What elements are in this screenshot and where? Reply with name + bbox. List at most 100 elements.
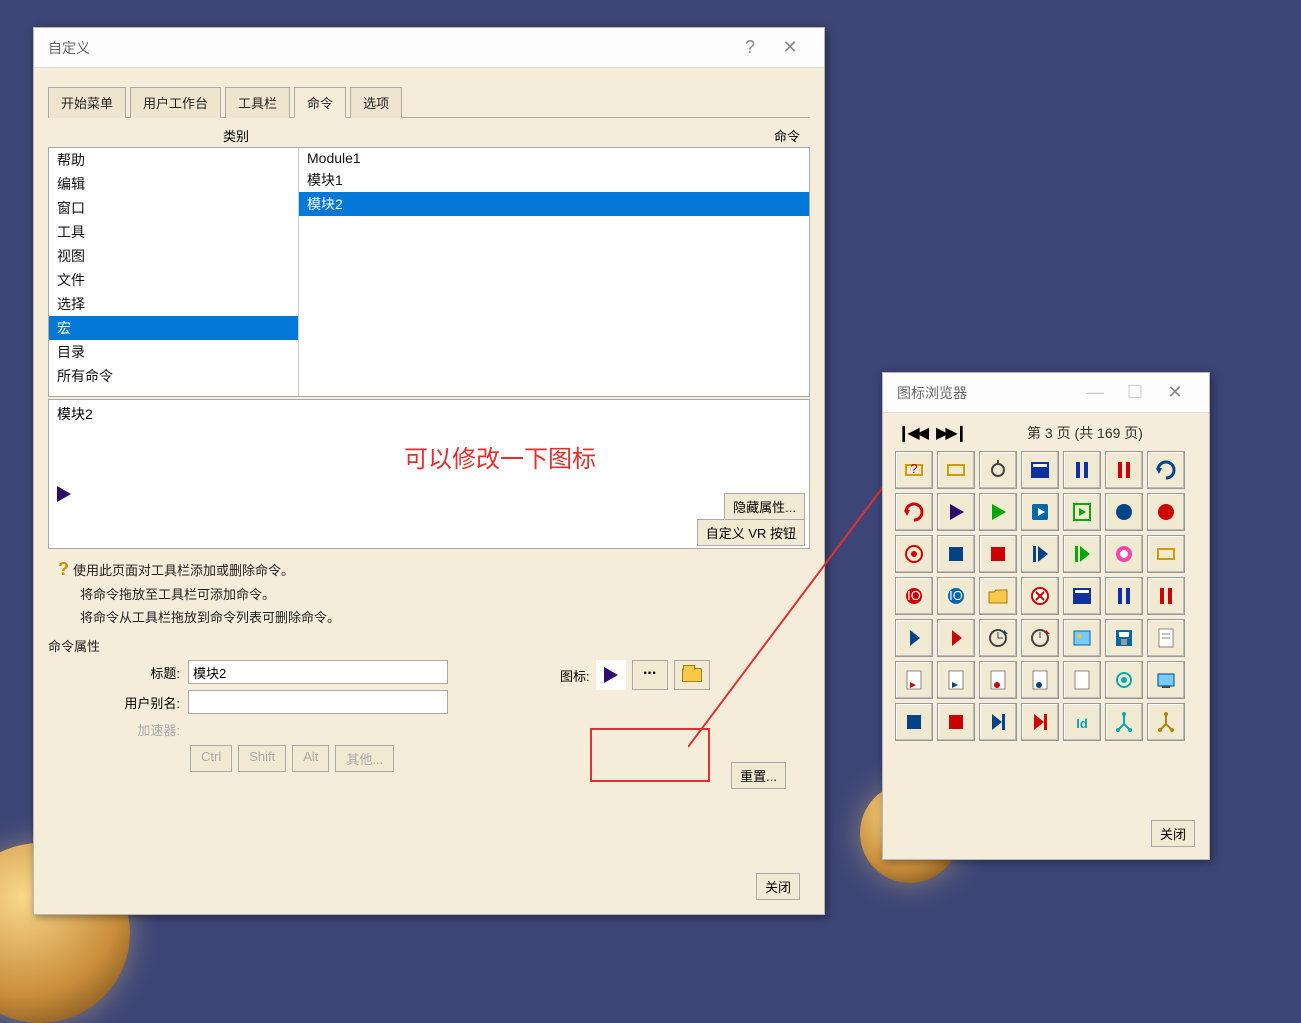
maximize-button[interactable]: ☐ (1115, 382, 1155, 403)
tab-4[interactable]: 选项 (350, 87, 402, 118)
icon-cell-22[interactable]: IO (937, 577, 975, 615)
icon-cell-47[interactable] (1105, 703, 1143, 741)
icon-cell-25[interactable] (1063, 577, 1101, 615)
icon-cell-31[interactable] (1021, 619, 1059, 657)
icon-cell-19[interactable] (1105, 535, 1143, 573)
category-item[interactable]: 帮助 (49, 148, 298, 172)
icon-cell-40[interactable] (1105, 661, 1143, 699)
page-info: 第 3 页 (共 169 页) (975, 423, 1195, 443)
icon-cell-46[interactable]: Id (1063, 703, 1101, 741)
icon-cell-16[interactable] (979, 535, 1017, 573)
icon-cell-20[interactable] (1147, 535, 1185, 573)
icon-cell-29[interactable] (937, 619, 975, 657)
icon-cell-12[interactable] (1105, 493, 1143, 531)
category-item[interactable]: 文件 (49, 268, 298, 292)
category-item[interactable]: 编辑 (49, 172, 298, 196)
icon-cell-6[interactable] (1147, 451, 1185, 489)
icon-cell-43[interactable] (937, 703, 975, 741)
icon-cell-11[interactable] (1063, 493, 1101, 531)
close-icon[interactable]: ✕ (770, 37, 810, 58)
icon-cell-5[interactable] (1105, 451, 1143, 489)
icon-cell-4[interactable] (1063, 451, 1101, 489)
next-page-button[interactable]: ▶▶❙ (936, 423, 965, 443)
command-item[interactable]: 模块2 (299, 192, 809, 216)
hide-properties-button[interactable]: 隐藏属性... (724, 493, 805, 520)
category-item[interactable]: 窗口 (49, 196, 298, 220)
help-button[interactable]: ? (730, 37, 770, 58)
icon-browser-dialog: 图标浏览器 — ☐ ✕ ❙◀◀ ▶▶❙ 第 3 页 (共 169 页) ? IO I… (882, 372, 1210, 860)
command-item[interactable]: 模块1 (299, 168, 809, 192)
command-properties-group: 命令属性 标题: 用户别名: 加速器: CtrlShiftAlt其他... 图标… (48, 644, 810, 782)
icon-cell-23[interactable] (979, 577, 1017, 615)
help-text: ?使用此页面对工具栏添加或删除命令。 将命令拖放至工具栏可添加命令。 将命令从工… (48, 559, 810, 626)
category-item[interactable]: 视图 (49, 244, 298, 268)
icon-browser-close-icon[interactable]: ✕ (1155, 382, 1195, 403)
browse-icon-button[interactable]: ... (632, 660, 668, 690)
minimize-button[interactable]: — (1075, 382, 1115, 403)
svg-text:?: ? (910, 461, 917, 476)
tab-0[interactable]: 开始菜单 (48, 87, 126, 118)
icon-cell-17[interactable] (1021, 535, 1059, 573)
icon-cell-9[interactable] (979, 493, 1017, 531)
category-item[interactable]: 所有命令 (49, 364, 298, 388)
icon-cell-45[interactable] (1021, 703, 1059, 741)
icon-cell-44[interactable] (979, 703, 1017, 741)
icon-cell-30[interactable] (979, 619, 1017, 657)
icon-cell-24[interactable] (1021, 577, 1059, 615)
command-item[interactable]: Module1 (299, 148, 809, 168)
icon-cell-21[interactable]: IO (895, 577, 933, 615)
icon-cell-27[interactable] (1147, 577, 1185, 615)
command-list[interactable]: Module1模块1模块2 (299, 148, 809, 396)
icon-cell-7[interactable] (895, 493, 933, 531)
icon-cell-1[interactable] (937, 451, 975, 489)
alias-label: 用户别名: (58, 693, 188, 712)
icon-cell-28[interactable] (895, 619, 933, 657)
modifier-alt[interactable]: Alt (292, 745, 329, 772)
close-button[interactable]: 关闭 (756, 873, 800, 900)
category-item[interactable]: 目录 (49, 340, 298, 364)
icon-cell-42[interactable] (895, 703, 933, 741)
icon-cell-13[interactable] (1147, 493, 1185, 531)
alias-input[interactable] (188, 690, 448, 714)
modifier-shift[interactable]: Shift (238, 745, 286, 772)
icon-cell-36[interactable] (937, 661, 975, 699)
icon-cell-39[interactable] (1063, 661, 1101, 699)
open-folder-button[interactable] (674, 660, 710, 690)
icon-cell-48[interactable] (1147, 703, 1185, 741)
icon-cell-34[interactable] (1147, 619, 1185, 657)
icon-cell-35[interactable] (895, 661, 933, 699)
reset-button[interactable]: 重置... (731, 762, 786, 789)
icon-browser-close-button[interactable]: 关闭 (1151, 820, 1195, 847)
tab-1[interactable]: 用户工作台 (130, 87, 221, 118)
icon-cell-15[interactable] (937, 535, 975, 573)
customize-vr-button[interactable]: 自定义 VR 按钮 (697, 519, 805, 546)
icon-cell-41[interactable] (1147, 661, 1185, 699)
icon-cell-38[interactable] (1021, 661, 1059, 699)
category-item[interactable]: 宏 (49, 316, 298, 340)
icon-cell-2[interactable] (979, 451, 1017, 489)
category-list[interactable]: 帮助编辑窗口工具视图文件选择宏目录所有命令 (49, 148, 299, 396)
accelerator-label: 加速器: (58, 720, 188, 739)
icon-cell-32[interactable] (1063, 619, 1101, 657)
title-input[interactable] (188, 660, 448, 684)
icon-cell-26[interactable] (1105, 577, 1143, 615)
first-page-button[interactable]: ❙◀◀ (897, 423, 926, 443)
icon-cell-37[interactable] (979, 661, 1017, 699)
icon-cell-3[interactable] (1021, 451, 1059, 489)
category-item[interactable]: 选择 (49, 292, 298, 316)
icon-cell-14[interactable] (895, 535, 933, 573)
modifier-其他...[interactable]: 其他... (335, 745, 394, 772)
titlebar: 自定义 ? ✕ (34, 28, 824, 68)
tab-2[interactable]: 工具栏 (225, 87, 290, 118)
icon-cell-8[interactable] (937, 493, 975, 531)
modifier-ctrl[interactable]: Ctrl (190, 745, 232, 772)
icon-cell-0[interactable]: ? (895, 451, 933, 489)
tab-3[interactable]: 命令 (294, 87, 346, 118)
icon-cell-10[interactable] (1021, 493, 1059, 531)
icon-cell-18[interactable] (1063, 535, 1101, 573)
category-item[interactable]: 工具 (49, 220, 298, 244)
icon-cell-33[interactable] (1105, 619, 1143, 657)
group-label: 命令属性 (48, 636, 100, 655)
svg-text:IO: IO (949, 588, 963, 603)
icon-browser-titlebar: 图标浏览器 — ☐ ✕ (883, 373, 1209, 413)
